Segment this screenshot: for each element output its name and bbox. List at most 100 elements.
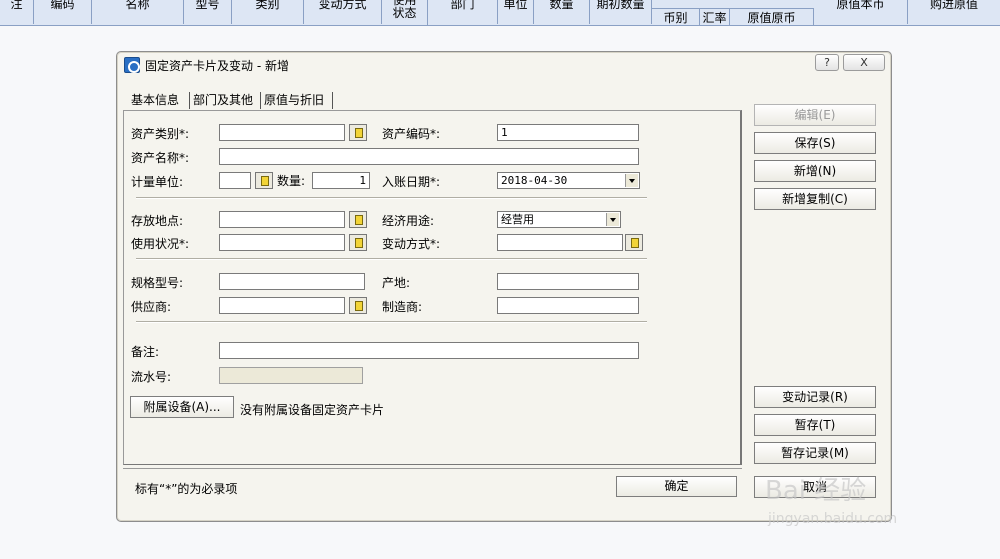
col-header-note[interactable]: 注 [0, 0, 34, 24]
asset-code-input[interactable]: 1 [497, 124, 639, 141]
asset-category-label: 资产类别*: [131, 127, 190, 141]
col-header-purchase-value[interactable]: 购进原值 [908, 0, 1000, 24]
spec-input[interactable] [219, 273, 365, 290]
col-header-model[interactable]: 型号 [184, 0, 232, 24]
col-header-label: 型号 [195, 0, 220, 11]
new-button[interactable]: 新增(N) [754, 160, 876, 182]
asset-name-input[interactable] [219, 148, 639, 165]
hold-record-button[interactable]: 暂存记录(M) [754, 442, 876, 464]
purpose-select[interactable]: 经营用 [497, 211, 621, 228]
col-header-label: 币别 [663, 11, 688, 25]
asset-category-input[interactable] [219, 124, 345, 141]
attach-equipment-button[interactable]: 附属设备(A)... [130, 396, 234, 418]
asset-name-label: 资产名称*: [131, 151, 190, 165]
help-button[interactable]: ? [815, 54, 839, 71]
change-method-input[interactable] [497, 234, 623, 251]
unit-label: 计量单位: [131, 175, 184, 189]
purpose-value: 经营用 [501, 213, 534, 226]
entry-date-select[interactable]: 2018-04-30 [497, 172, 640, 189]
col-header-label: 名称 [125, 0, 150, 11]
watermark-url: jingyan.baidu.com [768, 511, 898, 527]
supplier-label: 供应商: [131, 300, 172, 314]
entry-date-value: 2018-04-30 [501, 174, 568, 187]
tab-department-other[interactable]: 部门及其他 [193, 92, 253, 108]
dialog-titlebar[interactable]: 固定资产卡片及变动 - 新增 ? X [117, 52, 891, 78]
close-icon: X [860, 56, 868, 69]
supplier-lookup-icon[interactable] [349, 297, 367, 314]
attach-note: 没有附属设备固定资产卡片 [240, 403, 385, 417]
remark-input[interactable] [219, 342, 639, 359]
tab-divider [332, 92, 333, 109]
section-divider [136, 258, 647, 260]
origin-label: 产地: [382, 276, 411, 290]
col-header-orig-value-foreign[interactable]: 原值原币 [730, 8, 814, 26]
serial-label: 流水号: [131, 370, 172, 384]
remark-label: 备注: [131, 345, 160, 359]
status-divider [123, 468, 742, 469]
usage-status-input[interactable] [219, 234, 345, 251]
col-header-label: 编码 [50, 0, 75, 11]
col-header-quantity[interactable]: 数量 [534, 0, 590, 24]
app-icon [124, 57, 140, 73]
col-header-currency[interactable]: 币别 [652, 8, 700, 26]
col-header-orig-value-local[interactable]: 原值本币 [814, 0, 908, 24]
col-header-opening-qty[interactable]: 期初数量 [590, 0, 652, 24]
col-header-label: 注 [10, 0, 23, 11]
help-icon: ? [824, 56, 830, 69]
ok-button[interactable]: 确定 [616, 476, 737, 497]
col-header-rate[interactable]: 汇率 [700, 8, 730, 26]
close-button[interactable]: X [843, 54, 885, 71]
col-header-label: 使用状态 [392, 0, 417, 20]
chevron-down-icon[interactable] [606, 213, 619, 226]
asset-category-lookup-icon[interactable] [349, 124, 367, 141]
col-header-label: 数量 [549, 0, 574, 11]
unit-lookup-icon[interactable] [255, 172, 273, 189]
change-method-lookup-icon[interactable] [625, 234, 643, 251]
col-header-name[interactable]: 名称 [92, 0, 184, 24]
origin-input[interactable] [497, 273, 639, 290]
manufacturer-label: 制造商: [382, 300, 423, 314]
usage-status-label: 使用状况*: [131, 237, 190, 251]
col-header-department[interactable]: 部门 [428, 0, 498, 24]
col-header-label: 部门 [450, 0, 475, 11]
quantity-label: 数量: [277, 174, 306, 188]
usage-status-lookup-icon[interactable] [349, 234, 367, 251]
dialog-title: 固定资产卡片及变动 - 新增 [145, 59, 289, 73]
chevron-down-icon[interactable] [625, 174, 638, 187]
tab-divider [189, 92, 190, 109]
col-header-change-method[interactable]: 变动方式 [304, 0, 382, 24]
tab-divider [260, 92, 261, 109]
col-header-label: 购进原值 [929, 0, 978, 11]
watermark-logo: Bai 经验 [765, 476, 867, 506]
col-header-category[interactable]: 类别 [232, 0, 304, 24]
required-hint: 标有“*”的为必录项 [135, 482, 238, 496]
col-header-code[interactable]: 编码 [34, 0, 92, 24]
location-input[interactable] [219, 211, 345, 228]
location-lookup-icon[interactable] [349, 211, 367, 228]
unit-input[interactable] [219, 172, 251, 189]
col-header-usage-status[interactable]: 使用状态 [382, 0, 428, 26]
supplier-input[interactable] [219, 297, 345, 314]
change-method-label: 变动方式*: [382, 237, 441, 251]
purpose-label: 经济用途: [382, 214, 435, 228]
tab-basic-info[interactable]: 基本信息 [131, 92, 179, 108]
col-header-unit[interactable]: 单位 [498, 0, 534, 24]
col-header-label: 原值本币 [836, 0, 885, 11]
grid-header: 注 编码 名称 型号 类别 变动方式 使用状态 部门 单位 数量 期初数量 币别… [0, 0, 1000, 26]
asset-code-label: 资产编码*: [382, 127, 441, 141]
save-button[interactable]: 保存(S) [754, 132, 876, 154]
col-header-label: 期初数量 [596, 0, 645, 11]
new-copy-button[interactable]: 新增复制(C) [754, 188, 876, 210]
manufacturer-input[interactable] [497, 297, 639, 314]
section-divider [136, 321, 647, 323]
col-header-label: 汇率 [702, 11, 727, 25]
col-header-label: 类别 [255, 0, 280, 11]
basic-info-panel: 资产类别*: 资产编码*: 1 资产名称*: 计量单位: 数量: 1 入账日期*… [123, 110, 742, 465]
hold-button[interactable]: 暂存(T) [754, 414, 876, 436]
location-label: 存放地点: [131, 214, 184, 228]
asset-card-dialog: 固定资产卡片及变动 - 新增 ? X 基本信息 部门及其他 原值与折旧 资产类别… [116, 51, 892, 522]
quantity-input[interactable]: 1 [312, 172, 370, 189]
change-record-button[interactable]: 变动记录(R) [754, 386, 876, 408]
edit-button[interactable]: 编辑(E) [754, 104, 876, 126]
tab-value-depreciation[interactable]: 原值与折旧 [264, 92, 324, 108]
